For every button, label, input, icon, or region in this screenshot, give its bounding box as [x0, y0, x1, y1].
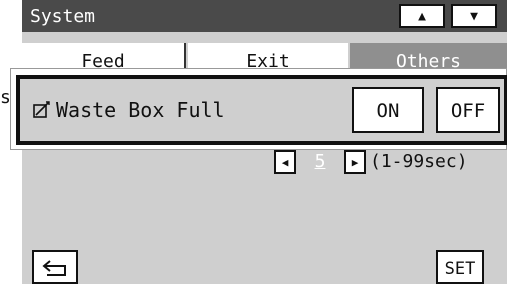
setting-row-frame: Waste Box Full ON OFF [16, 75, 507, 145]
back-button[interactable] [32, 250, 78, 284]
right-triangle-icon: ▶ [351, 155, 359, 169]
waste-box-full-setting: Waste Box Full ON OFF [10, 68, 507, 150]
number-value: 5 [314, 151, 326, 172]
set-button[interactable]: SET [436, 250, 484, 284]
title-bar: System ▲ ▼ [22, 0, 507, 32]
on-button[interactable]: ON [352, 87, 424, 133]
setting-label: Waste Box Full [56, 98, 225, 122]
range-label: (1-99sec) [370, 151, 468, 172]
left-triangle-icon: ◀ [281, 155, 289, 169]
decrement-button[interactable]: ◀ [274, 150, 296, 174]
increment-button[interactable]: ▶ [344, 150, 366, 174]
scroll-up-button[interactable]: ▲ [399, 4, 445, 28]
scroll-down-button[interactable]: ▼ [451, 4, 497, 28]
down-triangle-icon: ▼ [470, 8, 478, 24]
up-triangle-icon: ▲ [418, 8, 426, 24]
edit-checkbox-icon [33, 101, 50, 118]
page-title: System [30, 6, 96, 27]
off-button[interactable]: OFF [436, 87, 500, 133]
edge-text-fragment: s [0, 88, 10, 108]
return-arrow-icon [42, 260, 66, 276]
